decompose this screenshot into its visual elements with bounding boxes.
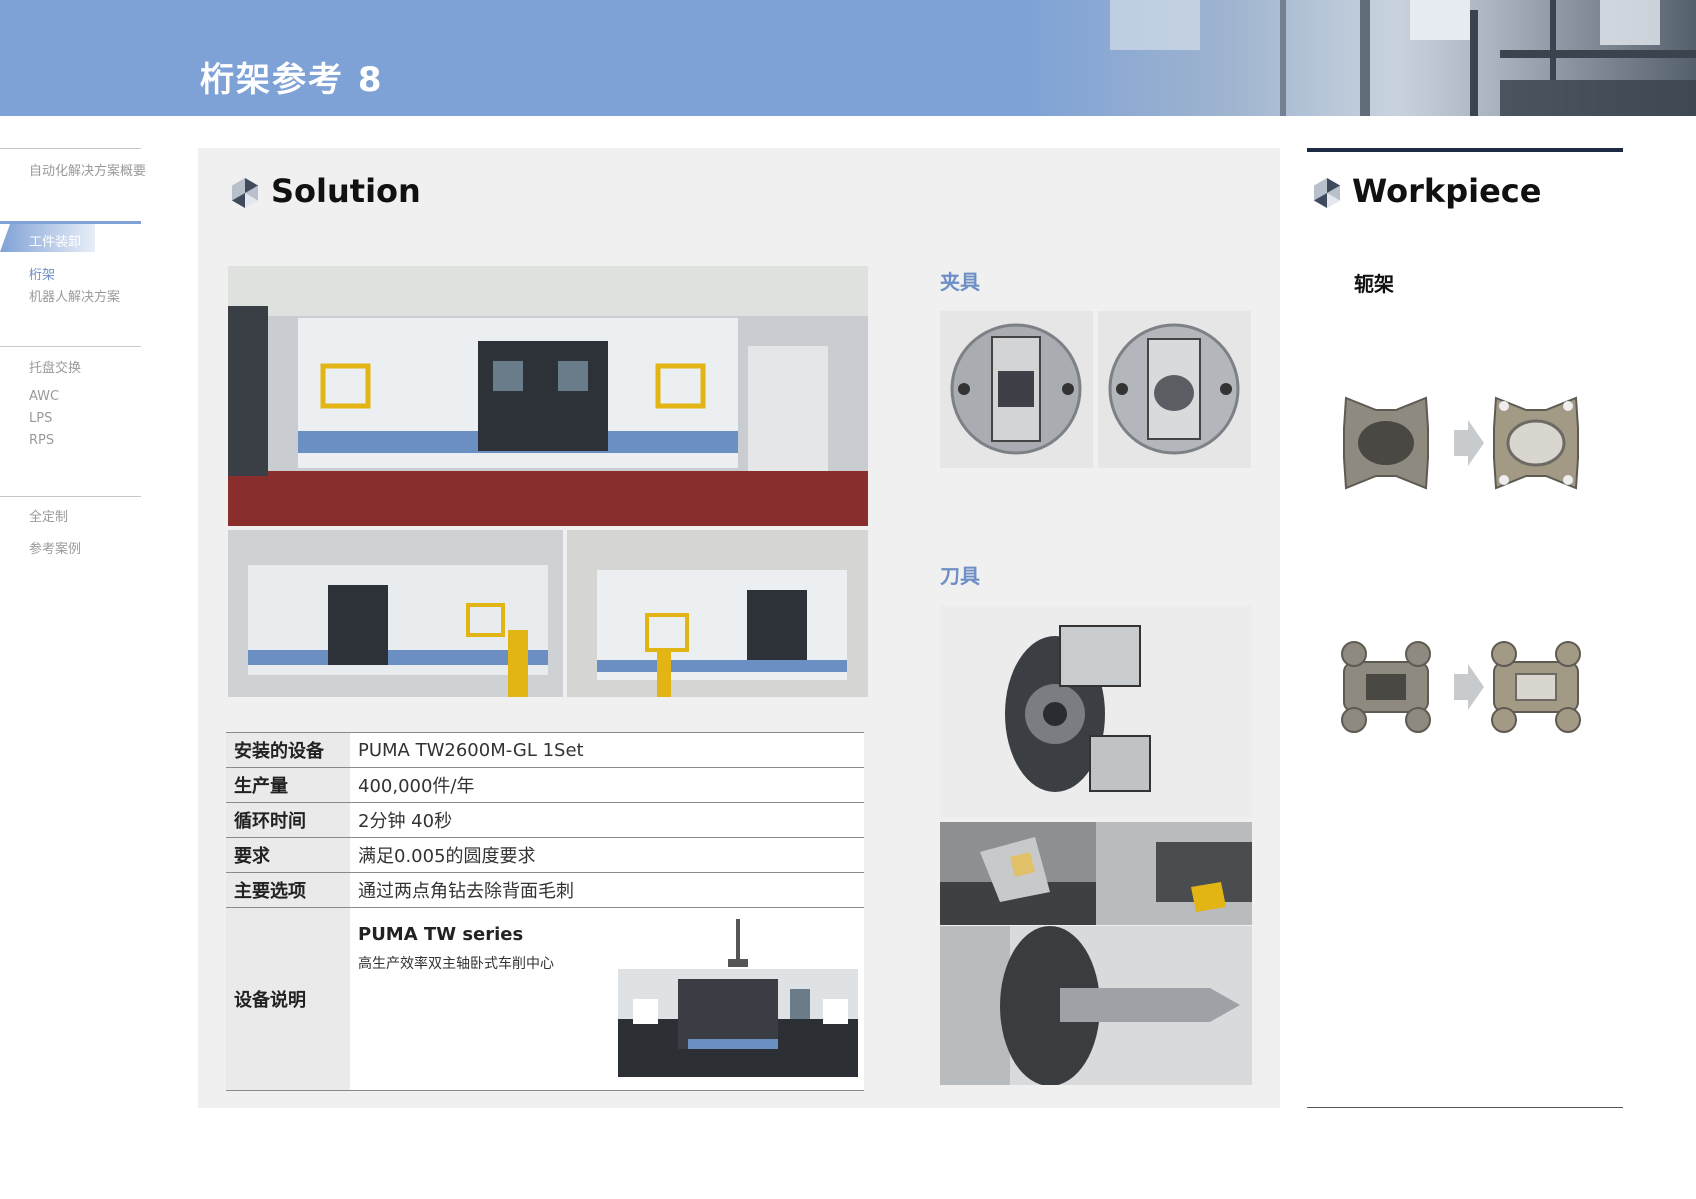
equipment-machine-image [618, 919, 858, 1077]
yoke-top-before-after [1343, 396, 1579, 490]
spec-key: 主要选项 [226, 872, 350, 908]
fixture-photo-2 [1098, 311, 1251, 468]
sidebar-divider [0, 346, 141, 347]
spec-value: PUMA TW2600M-GL 1Set [350, 732, 864, 768]
fixture-label: 夹具 [940, 270, 980, 294]
sidebar-item-workpiece-loading[interactable]: 工件装卸 [29, 231, 81, 250]
yoke-raw-part-side [1341, 641, 1431, 733]
machine-photo-left [228, 530, 563, 697]
workpiece-section-icon [1314, 178, 1340, 208]
table-row: 循环时间 2分钟 40秒 [226, 802, 864, 838]
tool-drill-photo [940, 926, 1252, 1085]
spec-key: 循环时间 [226, 802, 350, 838]
equipment-cell: PUMA TW series 高生产效率双主轴卧式车削中心 [350, 907, 864, 1091]
spec-table: 安装的设备 PUMA TW2600M-GL 1Set 生产量 400,000件/… [226, 732, 864, 1091]
machine-photo-main [228, 266, 868, 526]
sidebar-item-pallet-change[interactable]: 托盘交换 [29, 357, 81, 376]
solution-section-icon [232, 178, 258, 208]
sidebar-divider [0, 148, 141, 149]
sidebar-divider [0, 496, 141, 497]
spec-value: 通过两点角钻去除背面毛刺 [350, 872, 864, 908]
spec-key: 要求 [226, 837, 350, 873]
yoke-bottom-before-after [1341, 641, 1581, 733]
table-row: 安装的设备 PUMA TW2600M-GL 1Set [226, 732, 864, 768]
sidebar-item-gantry[interactable]: 桁架 [29, 264, 55, 283]
sidebar-item-overview[interactable]: 自动化解决方案概要 [29, 160, 146, 179]
tool-insert-photo-2 [1096, 822, 1252, 925]
workpiece-top-rule [1307, 148, 1623, 152]
spec-value: 400,000件/年 [350, 767, 864, 803]
header-banner: 桁架参考 8 [0, 0, 1696, 116]
sidebar-item-reference-cases[interactable]: 参考案例 [29, 538, 81, 557]
sidebar-active-divider [0, 221, 141, 224]
yoke-machined-part-side [1491, 641, 1581, 733]
table-row: 设备说明 PUMA TW series 高生产效率双主轴卧式车削中心 [226, 907, 864, 1091]
workpiece-label: 轭架 [1354, 272, 1394, 296]
sidebar-item-full-custom[interactable]: 全定制 [29, 506, 68, 525]
banner-factory-photo [1030, 0, 1696, 116]
machine-photo-right [567, 530, 868, 697]
workpiece-title: Workpiece [1352, 172, 1542, 210]
arrow-right-icon [1454, 420, 1484, 466]
sidebar-item-awc[interactable]: AWC [29, 389, 59, 404]
spec-key: 设备说明 [226, 907, 350, 1091]
sidebar-item-robot-solution[interactable]: 机器人解决方案 [29, 286, 120, 305]
yoke-raw-part [1343, 396, 1429, 490]
tool-turret-photo [940, 606, 1252, 817]
table-row: 要求 满足0.005的圆度要求 [226, 837, 864, 873]
fixture-photo-1 [940, 311, 1093, 468]
spec-value: 2分钟 40秒 [350, 802, 864, 838]
arrow-right-icon [1454, 664, 1484, 710]
workpiece-bottom-rule [1307, 1107, 1623, 1108]
tool-insert-photo-1 [940, 822, 1096, 925]
solution-title: Solution [271, 172, 421, 210]
table-row: 主要选项 通过两点角钻去除背面毛刺 [226, 872, 864, 908]
yoke-machined-part [1493, 396, 1579, 490]
tool-label: 刀具 [940, 564, 980, 588]
spec-key: 安装的设备 [226, 732, 350, 768]
spec-value: 满足0.005的圆度要求 [350, 837, 864, 873]
sidebar-item-rps[interactable]: RPS [29, 433, 54, 448]
spec-key: 生产量 [226, 767, 350, 803]
page-title: 桁架参考 8 [200, 60, 384, 100]
sidebar-item-lps[interactable]: LPS [29, 411, 52, 426]
table-row: 生产量 400,000件/年 [226, 767, 864, 803]
